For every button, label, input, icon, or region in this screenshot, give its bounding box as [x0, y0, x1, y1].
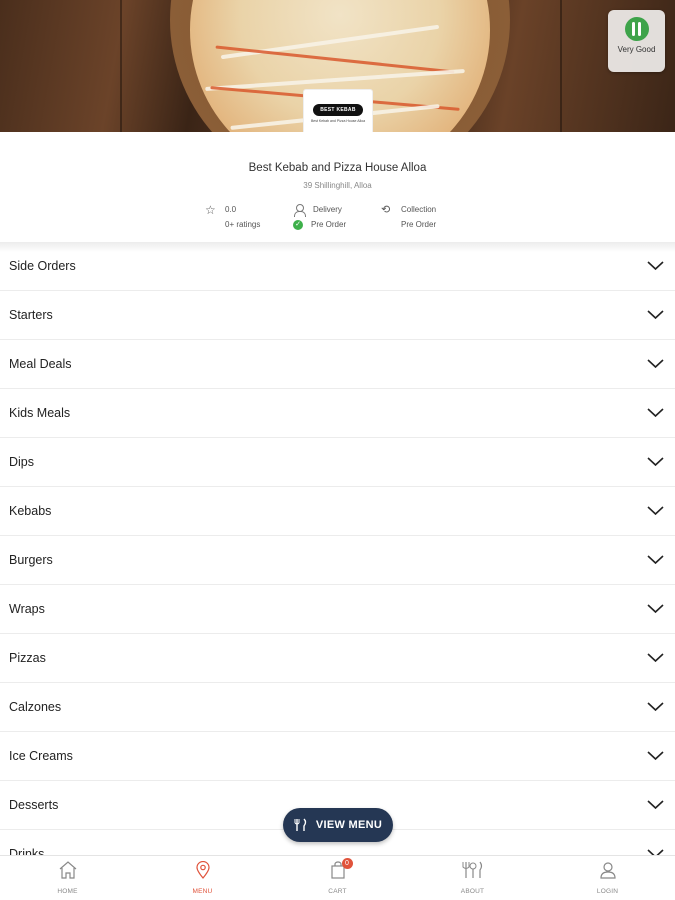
home-icon [58, 861, 78, 884]
cart-count-badge: 0 [341, 858, 353, 869]
category-label: Meal Deals [9, 357, 72, 371]
wood-plank-line [120, 0, 122, 132]
category-label: Wraps [9, 602, 45, 616]
check-circle-icon: ✓ [293, 219, 303, 230]
category-label: Kids Meals [9, 406, 71, 420]
menu-category-kids-meals[interactable]: Kids Meals [0, 389, 675, 438]
view-menu-label: VIEW MENU [315, 819, 383, 831]
nav-home[interactable]: HOME [0, 856, 135, 900]
collection-status: Pre Order [401, 220, 437, 229]
menu-category-dips[interactable]: Dips [0, 438, 675, 487]
nav-login-label: LOGIN [596, 888, 619, 895]
chevron-down-icon [647, 257, 664, 274]
chevron-down-icon [647, 747, 664, 764]
menu-category-kebabs[interactable]: Kebabs [0, 487, 675, 536]
delivery-status: Pre Order [311, 220, 347, 229]
cutlery-icon [294, 818, 308, 832]
chevron-down-icon [647, 404, 664, 421]
collection-label: Collection [401, 205, 437, 214]
restaurant-info: Best Kebab and Pizza House Alloa 39 Shil… [0, 132, 675, 242]
nav-about-label: ABOUT [460, 888, 485, 895]
user-icon [599, 861, 617, 884]
chevron-down-icon [647, 306, 664, 323]
rating-stat[interactable]: ☆ 0.0 0+ ratings [205, 202, 260, 232]
rating-count: 0+ ratings [225, 220, 261, 229]
nav-home-label: HOME [57, 888, 78, 895]
star-icon: ☆ [205, 202, 216, 217]
category-label: Starters [9, 308, 53, 322]
map-pin-icon [195, 860, 211, 884]
menu-category-calzones[interactable]: Calzones [0, 683, 675, 732]
nav-about[interactable]: ABOUT [405, 856, 540, 900]
menu-category-pizzas[interactable]: Pizzas [0, 634, 675, 683]
menu-category-burgers[interactable]: Burgers [0, 536, 675, 585]
menu-category-list: Side Orders Starters Meal Deals Kids Mea… [0, 242, 675, 879]
chevron-down-icon [647, 355, 664, 372]
chevron-down-icon [647, 502, 664, 519]
chevron-down-icon [647, 551, 664, 568]
category-label: Side Orders [9, 259, 76, 273]
cutlery-icon [462, 861, 484, 884]
nav-menu[interactable]: MENU [135, 856, 270, 900]
menu-category-side-orders[interactable]: Side Orders [0, 242, 675, 291]
category-label: Burgers [9, 553, 53, 567]
category-label: Calzones [9, 700, 62, 714]
rating-badge-label: Very Good [617, 45, 656, 54]
chevron-down-icon [647, 796, 664, 813]
clock-history-icon: ⟲ [381, 203, 391, 216]
delivery-label: Delivery [313, 205, 342, 214]
menu-category-meal-deals[interactable]: Meal Deals [0, 340, 675, 389]
restaurant-name: Best Kebab and Pizza House Alloa [248, 162, 427, 174]
category-label: Desserts [9, 798, 59, 812]
nav-cart-label: CART [328, 888, 347, 895]
menu-category-wraps[interactable]: Wraps [0, 585, 675, 634]
wood-plank-line [560, 0, 562, 132]
app-screen: Very Good BEST KEBAB Best Kebab and Pizz… [0, 0, 675, 900]
view-menu-button[interactable]: VIEW MENU [283, 808, 393, 842]
category-label: Dips [9, 455, 35, 469]
rating-value: 0.0 [225, 205, 237, 214]
logo-mark: BEST KEBAB [313, 103, 363, 116]
delivery-person-icon [293, 203, 307, 217]
nav-cart[interactable]: 0 CART [270, 856, 405, 900]
chevron-down-icon [647, 453, 664, 470]
restaurant-address: 39 Shillinghill, Alloa [303, 181, 372, 190]
logo-subtext: Best Kebab and Pizza House Alloa [310, 118, 366, 123]
category-label: Pizzas [9, 651, 46, 665]
menu-category-starters[interactable]: Starters [0, 291, 675, 340]
chevron-down-icon [647, 698, 664, 715]
nav-menu-label: MENU [192, 888, 213, 895]
restaurant-logo: BEST KEBAB Best Kebab and Pizza House Al… [303, 89, 373, 137]
delivery-stat: Delivery ✓ Pre Order [293, 202, 346, 232]
category-label: Ice Creams [9, 749, 73, 763]
chevron-down-icon [647, 649, 664, 666]
bottom-navigation: HOME MENU 0 CART ABOUT LOGIN [0, 855, 675, 900]
fork-knife-badge-icon [624, 17, 649, 41]
hygiene-rating-badge[interactable]: Very Good [608, 10, 665, 72]
collection-stat: ⟲ Collection Pre Order [381, 202, 436, 232]
chevron-down-icon [647, 600, 664, 617]
menu-category-ice-creams[interactable]: Ice Creams [0, 732, 675, 781]
nav-login[interactable]: LOGIN [540, 856, 675, 900]
category-label: Kebabs [9, 504, 52, 518]
